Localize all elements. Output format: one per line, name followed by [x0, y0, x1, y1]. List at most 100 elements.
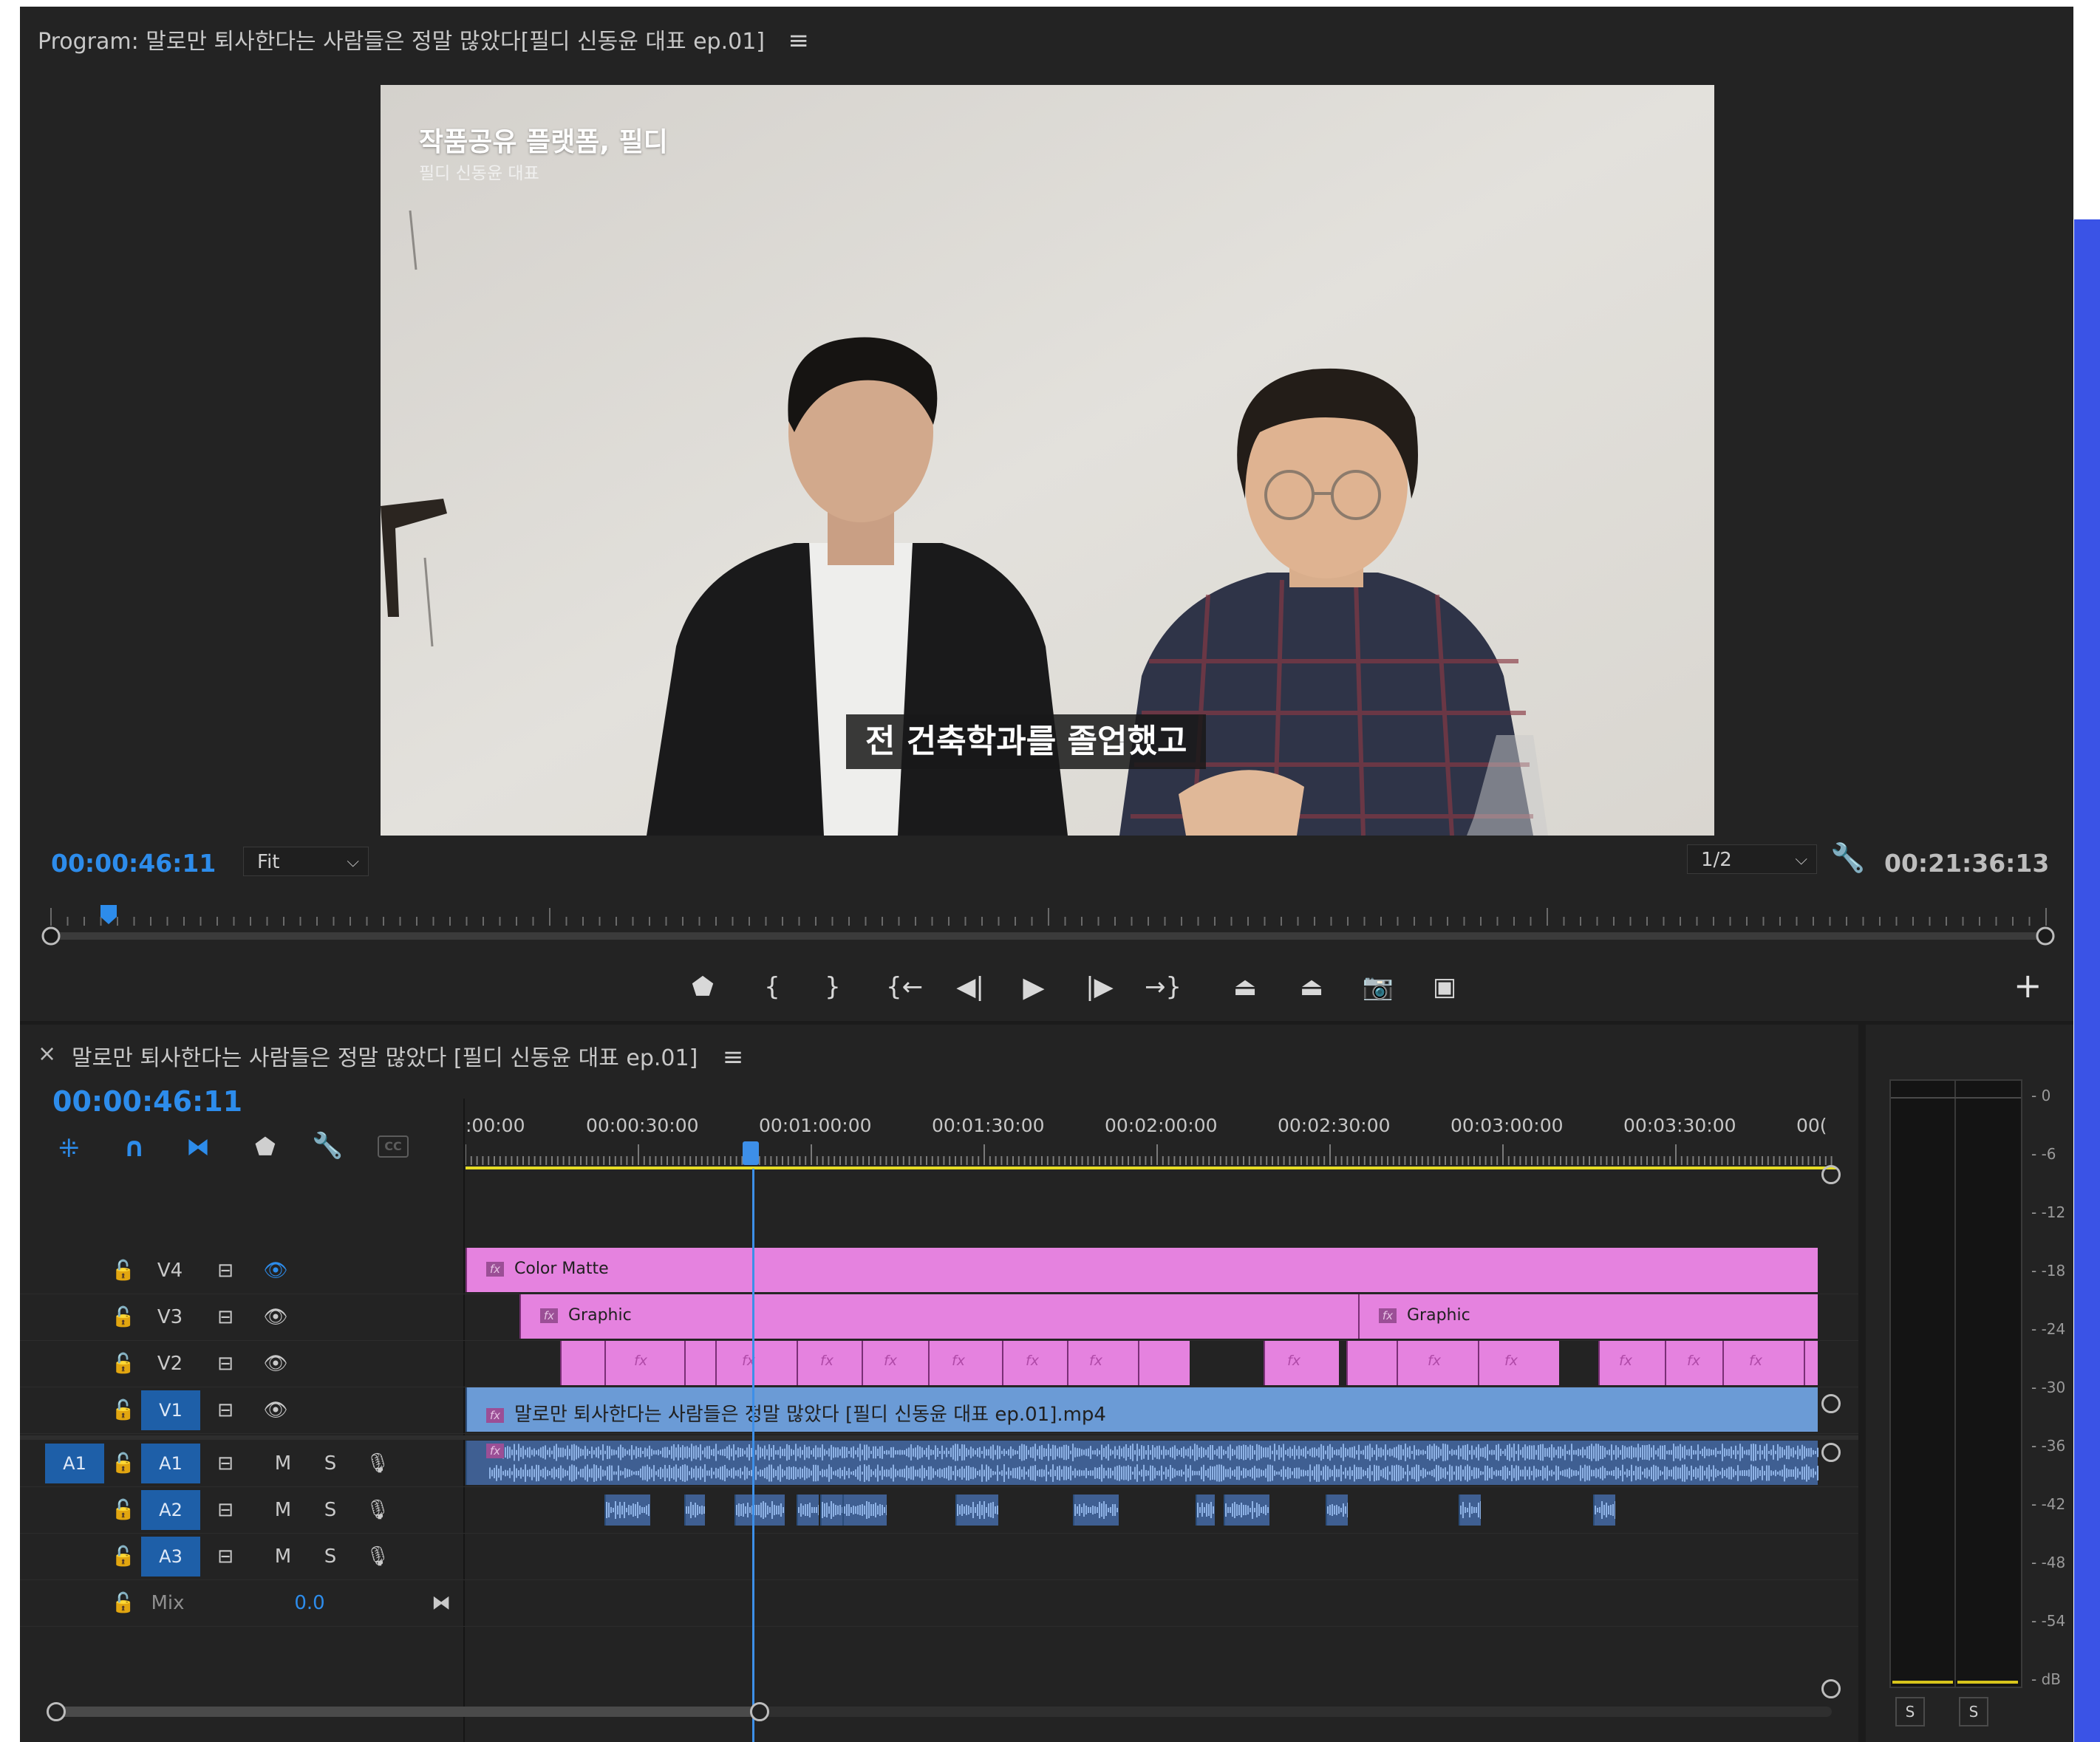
lock-icon[interactable]: 🔓 [109, 1387, 138, 1433]
subtitle-clip[interactable]: fx [1598, 1341, 1665, 1385]
eye-icon[interactable]: 👁 [261, 1294, 290, 1340]
sync-lock-icon[interactable]: ⊟ [211, 1387, 240, 1433]
subtitle-clip[interactable] [1804, 1341, 1818, 1385]
subtitle-clip[interactable]: fx [862, 1341, 928, 1385]
zoom-level-dropdown[interactable]: Fit ⌵ [243, 847, 369, 876]
voice-over-mic-icon[interactable]: 🎙 [363, 1441, 392, 1486]
source-patch-a1[interactable]: A1 [45, 1444, 104, 1483]
go-to-out-button[interactable]: →} [1141, 969, 1185, 1005]
subtitle-clip[interactable]: fx [1722, 1341, 1804, 1385]
zoom-handle-right[interactable] [750, 1702, 769, 1721]
solo-track-button[interactable]: S [316, 1487, 345, 1533]
sync-lock-icon[interactable]: ⊟ [211, 1487, 240, 1533]
eye-icon[interactable]: 👁 [261, 1341, 290, 1387]
a2-audio-clip[interactable] [684, 1495, 705, 1526]
color-matte-clip[interactable]: fx Color Matte [466, 1248, 1818, 1292]
voice-over-mic-icon[interactable]: 🎙 [363, 1534, 392, 1579]
close-timeline-icon[interactable]: × [38, 1041, 56, 1067]
subtitle-clip[interactable]: fx [604, 1341, 684, 1385]
panel-menu-icon[interactable]: ≡ [788, 26, 810, 55]
program-panel-title[interactable]: Program: 말로만 퇴사한다는 사람들은 정말 많았다[필디 신동윤 대표… [38, 23, 809, 55]
solo-right-button[interactable]: S [1959, 1697, 1988, 1726]
subtitle-clip[interactable] [1138, 1341, 1190, 1385]
sync-lock-icon[interactable]: ⊟ [211, 1441, 240, 1486]
wrench-settings-icon[interactable]: 🔧 [1830, 841, 1865, 875]
subtitle-clip[interactable] [560, 1341, 604, 1385]
a2-audio-clip[interactable] [820, 1495, 842, 1526]
solo-track-button[interactable]: S [316, 1534, 345, 1579]
a2-audio-clip[interactable] [734, 1495, 785, 1526]
subtitle-clip[interactable]: fx [1067, 1341, 1138, 1385]
track-label-v3[interactable]: V3 [151, 1294, 188, 1340]
mute-track-button[interactable]: M [268, 1441, 298, 1486]
mark-out-button[interactable]: } [811, 969, 855, 1005]
add-marker-icon[interactable]: ⬟ [255, 1133, 276, 1161]
timeline-playhead[interactable] [743, 1141, 759, 1165]
subtitle-clip[interactable]: fx [1264, 1341, 1339, 1385]
sync-lock-icon[interactable]: ⊟ [211, 1248, 240, 1294]
track-label-v4[interactable]: V4 [151, 1248, 188, 1294]
clip-area[interactable]: fx Color Matte fx Graphic fx Graphic fx fx … [466, 1025, 1836, 1742]
add-marker-button[interactable]: ⬟ [681, 969, 725, 1005]
main-audio-clip[interactable]: fx [466, 1441, 1818, 1485]
step-forward-button[interactable]: |▶ [1077, 969, 1122, 1005]
vertical-zoom-handle-bottom[interactable] [1821, 1679, 1841, 1698]
vertical-zoom-handle[interactable] [1821, 1394, 1841, 1413]
track-label-a2[interactable]: A2 [141, 1490, 200, 1530]
program-current-timecode[interactable]: 00:00:46:11 [51, 849, 216, 878]
a2-audio-clip[interactable] [1073, 1495, 1119, 1526]
a2-audio-clip[interactable] [842, 1495, 887, 1526]
extract-button[interactable]: ⏏ [1289, 969, 1334, 1005]
a2-audio-clip[interactable] [797, 1495, 819, 1526]
lock-icon[interactable]: 🔓 [109, 1441, 138, 1486]
vertical-zoom-handle[interactable] [1821, 1443, 1841, 1462]
track-label-v1[interactable]: V1 [141, 1390, 200, 1430]
lock-icon[interactable]: 🔓 [109, 1294, 138, 1340]
lock-icon[interactable]: 🔓 [109, 1534, 138, 1579]
track-label-v2[interactable]: V2 [151, 1341, 188, 1387]
step-back-button[interactable]: ◀| [948, 969, 992, 1005]
go-to-in-button[interactable]: {← [882, 969, 927, 1005]
mix-volume-value[interactable]: 0.0 [287, 1580, 332, 1626]
mute-track-button[interactable]: M [268, 1487, 298, 1533]
lock-icon[interactable]: 🔓 [109, 1248, 138, 1294]
horizontal-scroll-thumb[interactable] [51, 1707, 760, 1717]
playback-resolution-dropdown[interactable]: 1/2 ⌵ [1687, 844, 1817, 874]
captions-icon[interactable]: CC [378, 1135, 409, 1158]
subtitle-clip[interactable]: fx [1002, 1341, 1067, 1385]
sync-lock-icon[interactable]: ⊟ [211, 1294, 240, 1340]
a2-audio-clip[interactable] [1459, 1495, 1481, 1526]
lift-button[interactable]: ⏏ [1223, 969, 1267, 1005]
graphic-clip[interactable]: fx Graphic [1358, 1294, 1818, 1339]
solo-track-button[interactable]: S [316, 1441, 345, 1486]
subtitle-clip[interactable]: fx [1478, 1341, 1559, 1385]
program-scrubber[interactable] [20, 893, 2073, 952]
mark-in-button[interactable]: { [750, 969, 794, 1005]
comparison-view-button[interactable]: ▣ [1422, 969, 1467, 1005]
vertical-zoom-handle-top[interactable] [1821, 1165, 1841, 1184]
voice-over-mic-icon[interactable]: 🎙 [363, 1487, 392, 1533]
subtitle-clip[interactable]: fx [1397, 1341, 1478, 1385]
eye-icon[interactable]: 👁 [261, 1387, 290, 1433]
track-label-a1[interactable]: A1 [141, 1444, 200, 1483]
timeline-current-timecode[interactable]: 00:00:46:11 [52, 1085, 242, 1118]
a2-audio-clip[interactable] [955, 1495, 998, 1526]
zoom-handle-left[interactable] [47, 1702, 66, 1721]
subtitle-clip[interactable]: fx [928, 1341, 1002, 1385]
a2-audio-clip[interactable] [1196, 1495, 1215, 1526]
track-label-a3[interactable]: A3 [141, 1537, 200, 1577]
sync-lock-icon[interactable]: ⊟ [211, 1534, 240, 1579]
mute-track-button[interactable]: M [268, 1534, 298, 1579]
subtitle-clip[interactable] [684, 1341, 715, 1385]
nest-toggle-icon[interactable]: ⁜ [58, 1134, 80, 1164]
timeline-settings-wrench-icon[interactable]: 🔧 [312, 1131, 343, 1161]
subtitle-clip[interactable]: fx [715, 1341, 797, 1385]
play-button[interactable]: ▶ [1012, 969, 1056, 1005]
toggle-output-hidden-eye-icon[interactable]: 👁 [261, 1248, 290, 1294]
sync-lock-icon[interactable]: ⊟ [211, 1341, 240, 1387]
export-frame-button[interactable]: 📷 [1356, 969, 1400, 1005]
a2-audio-clip[interactable] [1593, 1495, 1615, 1526]
pan-balance-icon[interactable]: ⧓ [426, 1580, 456, 1626]
graphic-clip[interactable]: fx Graphic [519, 1294, 1358, 1339]
a2-audio-clip[interactable] [1326, 1495, 1348, 1526]
